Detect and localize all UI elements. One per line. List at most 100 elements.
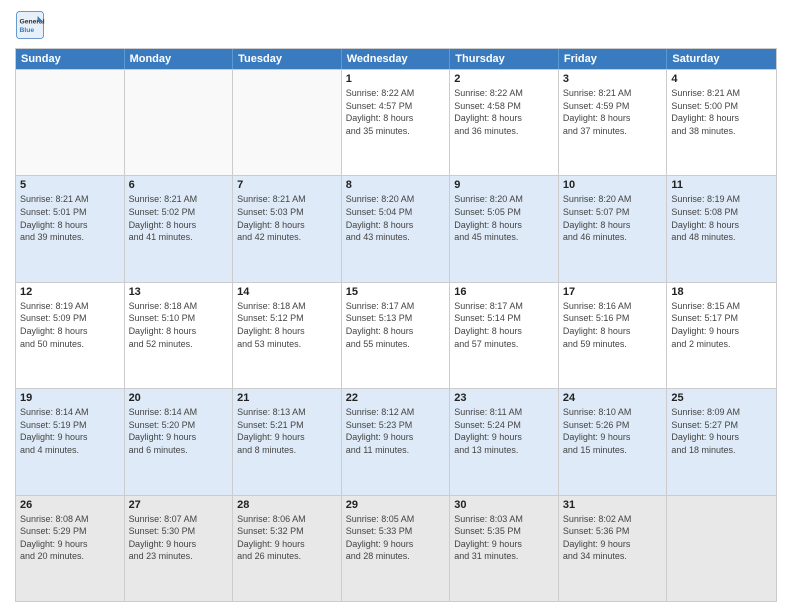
calendar-cell: 19 Sunrise: 8:14 AM Sunset: 5:19 PM Dayli…: [16, 389, 125, 494]
day-number: 7: [237, 179, 337, 191]
day-info: Sunrise: 8:17 AM Sunset: 5:13 PM Dayligh…: [346, 300, 446, 350]
day-info: Sunrise: 8:21 AM Sunset: 5:03 PM Dayligh…: [237, 193, 337, 243]
calendar-cell: [667, 496, 776, 601]
day-info: Sunrise: 8:08 AM Sunset: 5:29 PM Dayligh…: [20, 513, 120, 563]
calendar-cell: 25Sunrise: 8:09 AM Sunset: 5:27 PM Dayli…: [667, 389, 776, 494]
day-info: Sunrise: 8:18 AM Sunset: 5:10 PM Dayligh…: [129, 300, 229, 350]
day-info: Sunrise: 8:13 AM Sunset: 5:21 PM Dayligh…: [237, 406, 337, 456]
calendar-header-cell: Monday: [125, 49, 234, 69]
day-info: Sunrise: 8:02 AM Sunset: 5:36 PM Dayligh…: [563, 513, 663, 563]
day-number: 25: [671, 392, 772, 404]
day-info: Sunrise: 8:22 AM Sunset: 4:57 PM Dayligh…: [346, 87, 446, 137]
calendar-cell: 31 Sunrise: 8:02 AM Sunset: 5:36 PM Dayli…: [559, 496, 668, 601]
calendar: SundayMondayTuesdayWednesdayThursdayFrid…: [15, 48, 777, 602]
day-info: Sunrise: 8:21 AM Sunset: 5:01 PM Dayligh…: [20, 193, 120, 243]
calendar-cell: [125, 70, 234, 175]
calendar-row: 1 Sunrise: 8:22 AM Sunset: 4:57 PM Daylig…: [16, 69, 776, 175]
day-info: Sunrise: 8:19 AM Sunset: 5:09 PM Dayligh…: [20, 300, 120, 350]
day-number: 13: [129, 286, 229, 298]
calendar-cell: 18Sunrise: 8:15 AM Sunset: 5:17 PM Dayli…: [667, 283, 776, 388]
day-info: Sunrise: 8:03 AM Sunset: 5:35 PM Dayligh…: [454, 513, 554, 563]
day-number: 28: [237, 499, 337, 511]
day-number: 8: [346, 179, 446, 191]
calendar-header-cell: Wednesday: [342, 49, 451, 69]
day-info: Sunrise: 8:22 AM Sunset: 4:58 PM Dayligh…: [454, 87, 554, 137]
calendar-cell: 5 Sunrise: 8:21 AM Sunset: 5:01 PM Daylig…: [16, 176, 125, 281]
day-number: 11: [671, 179, 772, 191]
day-info: Sunrise: 8:20 AM Sunset: 5:05 PM Dayligh…: [454, 193, 554, 243]
calendar-cell: 9 Sunrise: 8:20 AM Sunset: 5:05 PM Daylig…: [450, 176, 559, 281]
calendar-cell: 13 Sunrise: 8:18 AM Sunset: 5:10 PM Dayli…: [125, 283, 234, 388]
calendar-row: 26 Sunrise: 8:08 AM Sunset: 5:29 PM Dayli…: [16, 495, 776, 601]
calendar-cell: 24 Sunrise: 8:10 AM Sunset: 5:26 PM Dayli…: [559, 389, 668, 494]
calendar-cell: 4 Sunrise: 8:21 AM Sunset: 5:00 PM Daylig…: [667, 70, 776, 175]
calendar-cell: 10 Sunrise: 8:20 AM Sunset: 5:07 PM Dayli…: [559, 176, 668, 281]
calendar-cell: 7 Sunrise: 8:21 AM Sunset: 5:03 PM Daylig…: [233, 176, 342, 281]
header: General Blue: [15, 10, 777, 40]
calendar-header-cell: Thursday: [450, 49, 559, 69]
calendar-cell: 12 Sunrise: 8:19 AM Sunset: 5:09 PM Dayli…: [16, 283, 125, 388]
day-info: Sunrise: 8:21 AM Sunset: 4:59 PM Dayligh…: [563, 87, 663, 137]
calendar-cell: 28Sunrise: 8:06 AM Sunset: 5:32 PM Dayli…: [233, 496, 342, 601]
calendar-body: 1 Sunrise: 8:22 AM Sunset: 4:57 PM Daylig…: [16, 69, 776, 601]
day-number: 4: [671, 73, 772, 85]
day-number: 1: [346, 73, 446, 85]
calendar-cell: 27Sunrise: 8:07 AM Sunset: 5:30 PM Dayli…: [125, 496, 234, 601]
day-info: Sunrise: 8:05 AM Sunset: 5:33 PM Dayligh…: [346, 513, 446, 563]
calendar-cell: 2 Sunrise: 8:22 AM Sunset: 4:58 PM Daylig…: [450, 70, 559, 175]
calendar-cell: 15Sunrise: 8:17 AM Sunset: 5:13 PM Dayli…: [342, 283, 451, 388]
calendar-cell: 14 Sunrise: 8:18 AM Sunset: 5:12 PM Dayli…: [233, 283, 342, 388]
calendar-cell: 16Sunrise: 8:17 AM Sunset: 5:14 PM Dayli…: [450, 283, 559, 388]
calendar-header-cell: Sunday: [16, 49, 125, 69]
day-number: 24: [563, 392, 663, 404]
day-info: Sunrise: 8:18 AM Sunset: 5:12 PM Dayligh…: [237, 300, 337, 350]
day-number: 2: [454, 73, 554, 85]
day-number: 12: [20, 286, 120, 298]
day-info: Sunrise: 8:20 AM Sunset: 5:07 PM Dayligh…: [563, 193, 663, 243]
day-number: 20: [129, 392, 229, 404]
calendar-header-cell: Saturday: [667, 49, 776, 69]
calendar-cell: 23Sunrise: 8:11 AM Sunset: 5:24 PM Dayli…: [450, 389, 559, 494]
day-info: Sunrise: 8:19 AM Sunset: 5:08 PM Dayligh…: [671, 193, 772, 243]
day-number: 22: [346, 392, 446, 404]
calendar-cell: [233, 70, 342, 175]
calendar-row: 19 Sunrise: 8:14 AM Sunset: 5:19 PM Dayli…: [16, 388, 776, 494]
day-number: 3: [563, 73, 663, 85]
calendar-cell: 3 Sunrise: 8:21 AM Sunset: 4:59 PM Daylig…: [559, 70, 668, 175]
day-info: Sunrise: 8:17 AM Sunset: 5:14 PM Dayligh…: [454, 300, 554, 350]
day-number: 30: [454, 499, 554, 511]
day-info: Sunrise: 8:12 AM Sunset: 5:23 PM Dayligh…: [346, 406, 446, 456]
day-number: 19: [20, 392, 120, 404]
day-info: Sunrise: 8:10 AM Sunset: 5:26 PM Dayligh…: [563, 406, 663, 456]
day-number: 21: [237, 392, 337, 404]
day-number: 26: [20, 499, 120, 511]
day-info: Sunrise: 8:21 AM Sunset: 5:02 PM Dayligh…: [129, 193, 229, 243]
page: General Blue SundayMondayTuesdayWednesda…: [0, 0, 792, 612]
day-number: 10: [563, 179, 663, 191]
day-info: Sunrise: 8:14 AM Sunset: 5:20 PM Dayligh…: [129, 406, 229, 456]
day-number: 27: [129, 499, 229, 511]
day-number: 14: [237, 286, 337, 298]
day-number: 5: [20, 179, 120, 191]
day-info: Sunrise: 8:20 AM Sunset: 5:04 PM Dayligh…: [346, 193, 446, 243]
calendar-header: SundayMondayTuesdayWednesdayThursdayFrid…: [16, 49, 776, 69]
calendar-header-cell: Friday: [559, 49, 668, 69]
calendar-cell: 6Sunrise: 8:21 AM Sunset: 5:02 PM Daylig…: [125, 176, 234, 281]
logo-icon: General Blue: [15, 10, 45, 40]
calendar-cell: 1 Sunrise: 8:22 AM Sunset: 4:57 PM Daylig…: [342, 70, 451, 175]
day-number: 29: [346, 499, 446, 511]
day-number: 31: [563, 499, 663, 511]
day-info: Sunrise: 8:15 AM Sunset: 5:17 PM Dayligh…: [671, 300, 772, 350]
logo: General Blue: [15, 10, 49, 40]
calendar-row: 5 Sunrise: 8:21 AM Sunset: 5:01 PM Daylig…: [16, 175, 776, 281]
calendar-header-cell: Tuesday: [233, 49, 342, 69]
calendar-cell: 8 Sunrise: 8:20 AM Sunset: 5:04 PM Daylig…: [342, 176, 451, 281]
day-info: Sunrise: 8:11 AM Sunset: 5:24 PM Dayligh…: [454, 406, 554, 456]
calendar-cell: 26 Sunrise: 8:08 AM Sunset: 5:29 PM Dayli…: [16, 496, 125, 601]
day-info: Sunrise: 8:21 AM Sunset: 5:00 PM Dayligh…: [671, 87, 772, 137]
day-info: Sunrise: 8:14 AM Sunset: 5:19 PM Dayligh…: [20, 406, 120, 456]
calendar-cell: 21 Sunrise: 8:13 AM Sunset: 5:21 PM Dayli…: [233, 389, 342, 494]
calendar-cell: 17Sunrise: 8:16 AM Sunset: 5:16 PM Dayli…: [559, 283, 668, 388]
svg-text:Blue: Blue: [20, 27, 35, 34]
day-number: 9: [454, 179, 554, 191]
